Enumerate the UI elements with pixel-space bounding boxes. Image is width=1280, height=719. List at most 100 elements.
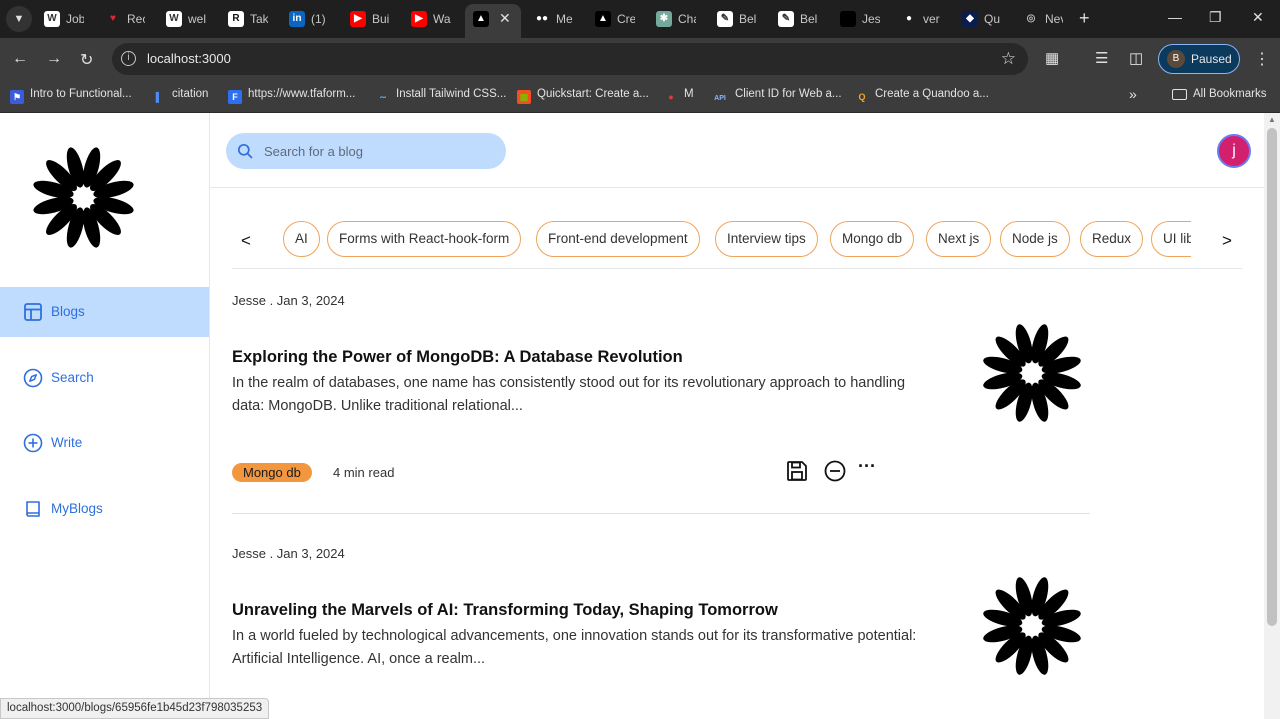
bookmark-favicon-icon: ∼ [376, 90, 390, 104]
browser-tab[interactable]: ◆ Qu [962, 0, 1010, 38]
user-avatar[interactable]: j [1217, 134, 1251, 168]
browser-tab[interactable]: W Job [44, 0, 92, 38]
category-chip[interactable]: Interview tips [715, 221, 818, 257]
bookmark-label: Install Tailwind CSS... [396, 88, 507, 100]
post-thumbnail[interactable] [977, 571, 1087, 681]
bookmark-item[interactable]: ▌ citation [152, 88, 208, 104]
browser-tab[interactable]: ✎ Bel [717, 0, 765, 38]
tab-title: Jes [862, 12, 880, 26]
tab-title: Bel [800, 12, 818, 26]
bookmark-star-icon[interactable]: ☆ [1001, 49, 1016, 69]
new-tab-plus-icon[interactable]: + [1079, 8, 1090, 29]
tab-favicon-icon: ▲ [473, 11, 489, 27]
book-icon [26, 501, 40, 517]
blog-post-card[interactable]: Jesse . Jan 3, 2024 Unraveling the Marve… [232, 546, 1090, 719]
bookmark-item[interactable]: Fhttps://www.tfaform... [228, 88, 355, 104]
browser-tab[interactable]: ◎ Nev [1023, 0, 1071, 38]
bookmark-item[interactable]: API Client ID for Web a... [711, 88, 842, 106]
bookmark-label: Create a Quandoo a... [875, 88, 989, 100]
tab-title: Wa [433, 12, 451, 26]
browser-tab[interactable]: ▲ [473, 0, 521, 38]
post-title[interactable]: Exploring the Power of MongoDB: A Databa… [232, 348, 683, 367]
bookmark-item[interactable]: ∼ Install Tailwind CSS... [376, 88, 506, 104]
bookmark-favicon-icon: ▌ [152, 90, 166, 104]
browser-tab[interactable]: ●● Me [534, 0, 582, 38]
browser-tab[interactable]: ▲ Cre [595, 0, 643, 38]
bookmark-label: Intro to Functional... [30, 88, 132, 100]
save-icon[interactable] [785, 459, 809, 483]
bookmark-favicon-icon: ● [664, 90, 678, 104]
category-chip[interactable]: Node js [1000, 221, 1070, 257]
status-bar-url: localhost:3000/blogs/65956fe1b45d23f7980… [0, 698, 270, 719]
sidebar-item-myblogs[interactable]: MyBlogs [0, 484, 209, 534]
bookmark-label: M [684, 88, 694, 100]
blog-post-card[interactable]: Jesse . Jan 3, 2024 Exploring the Power … [232, 293, 1090, 523]
category-chip[interactable]: Front-end development [536, 221, 700, 257]
bookmark-favicon-icon: ⚑ [10, 90, 24, 104]
carousel-next-button[interactable]: > [1222, 231, 1232, 251]
bookmark-favicon-icon: Q [855, 90, 869, 104]
browser-tab[interactable]: ▶ Bui [350, 0, 398, 38]
tab-favicon-icon: ✎ [717, 11, 733, 27]
chrome-menu-icon[interactable]: ⋮ [1254, 49, 1270, 69]
bookmark-item[interactable]: Q Create a Quandoo a... [855, 88, 989, 104]
tab-close-icon[interactable]: ✕ [499, 10, 511, 27]
category-chip[interactable]: Next js [926, 221, 992, 257]
profile-button[interactable]: B Paused [1158, 44, 1240, 74]
scroll-up-icon[interactable]: ▲ [1268, 115, 1276, 124]
sidebar-item-blogs[interactable]: Blogs [0, 287, 209, 337]
browser-tab[interactable]: ♥ Rec [105, 0, 153, 38]
category-chip[interactable]: UI libraries [1151, 221, 1191, 257]
site-logo-icon[interactable] [27, 141, 140, 254]
tab-favicon-icon: W [44, 11, 60, 27]
browser-tab[interactable]: ✎ Bel [778, 0, 826, 38]
category-chip[interactable]: AI [283, 221, 320, 257]
browser-tab[interactable]: Wwel [166, 0, 214, 38]
top-bar: j [210, 113, 1264, 188]
post-tag[interactable]: Mongo db [232, 463, 312, 482]
carousel-prev-button[interactable]: < [241, 231, 251, 251]
browser-tab[interactable]: ▶ Wa [411, 0, 459, 38]
bookmark-item[interactable]: ▦ Quickstart: Create a... [517, 88, 649, 104]
extensions-puzzle-icon[interactable]: ▦ [1045, 49, 1059, 67]
window-close-icon[interactable]: ✕ [1252, 9, 1264, 26]
side-panel-icon[interactable]: ◫ [1129, 49, 1143, 67]
search-box[interactable] [226, 133, 506, 169]
browser-tab[interactable]: in (1) [289, 0, 337, 38]
page-scrollbar[interactable]: ▲ [1264, 113, 1280, 719]
post-thumbnail[interactable] [977, 318, 1087, 428]
tab-search-chevron-icon[interactable]: ▼ [6, 6, 32, 32]
category-chip[interactable]: Redux [1080, 221, 1144, 257]
sidebar-item-search[interactable]: Search [0, 353, 209, 403]
restore-icon[interactable]: ❐ [1209, 9, 1222, 26]
post-title[interactable]: Unraveling the Marvels of AI: Transformi… [232, 601, 778, 620]
sidebar-item-write[interactable]: Write [0, 418, 209, 468]
tab-title: Bui [372, 12, 390, 26]
all-bookmarks[interactable]: All Bookmarks [1172, 88, 1267, 100]
media-queue-icon[interactable]: ☰ [1095, 49, 1108, 67]
more-options-icon[interactable]: ··· [858, 456, 882, 480]
minimize-icon[interactable]: — [1168, 9, 1182, 25]
browser-tab[interactable]: R Tak [228, 0, 276, 38]
bookmarks-overflow-icon[interactable]: » [1129, 86, 1137, 102]
address-url[interactable]: localhost:3000 [147, 51, 231, 66]
minus-circle-icon[interactable] [823, 459, 847, 483]
bookmark-item[interactable]: ⚑ Intro to Functional... [10, 88, 132, 104]
reload-icon[interactable]: ↻ [80, 50, 93, 70]
tab-title: Rec [127, 12, 145, 26]
bookmark-item[interactable]: ● M [664, 88, 694, 104]
address-bar[interactable]: i localhost:3000 ☆ [112, 43, 1028, 75]
tab-title: Bel [739, 12, 757, 26]
site-info-icon[interactable]: i [121, 51, 136, 66]
browser-tab[interactable]: ● ver [901, 0, 949, 38]
browser-tab[interactable]: ✱ Cha [656, 0, 704, 38]
category-chip[interactable]: Forms with React-hook-form [327, 221, 522, 257]
plus-circle-icon [23, 433, 43, 453]
forward-arrow-icon[interactable]: → [46, 50, 62, 68]
browser-tab[interactable]: Jes [840, 0, 888, 38]
search-input[interactable] [264, 141, 494, 161]
tab-favicon-icon: ✱ [656, 11, 672, 27]
back-arrow-icon[interactable]: ← [12, 50, 28, 68]
scrollbar-thumb[interactable] [1267, 128, 1277, 626]
category-chip[interactable]: Mongo db [830, 221, 915, 257]
